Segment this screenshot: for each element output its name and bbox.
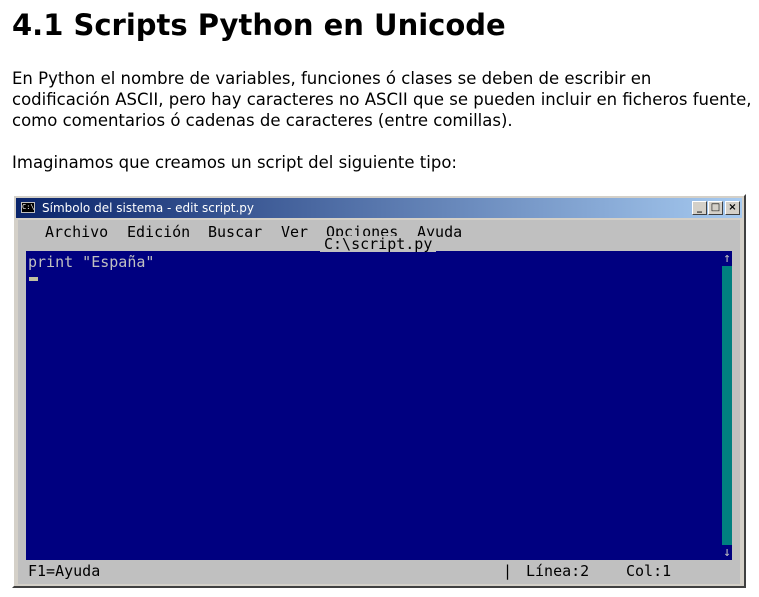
- example-intro-paragraph: Imaginamos que creamos un script del sig…: [12, 153, 457, 172]
- text-cursor: [29, 277, 38, 281]
- scroll-down-arrow-icon[interactable]: ↓: [722, 545, 732, 560]
- menu-buscar[interactable]: Buscar: [208, 224, 262, 240]
- file-name-label: C:\script.py: [320, 236, 437, 252]
- status-line-number: Línea:2: [526, 562, 590, 580]
- page-title: 4.1 Scripts Python en Unicode: [12, 8, 506, 42]
- editor-area[interactable]: print "España" ↑ ↓: [24, 249, 734, 562]
- cmd-icon[interactable]: C:\: [21, 202, 35, 213]
- scroll-up-arrow-icon[interactable]: ↑: [722, 251, 732, 266]
- status-column-number: Col:1: [626, 562, 672, 580]
- maximize-button[interactable]: □: [708, 201, 723, 215]
- menu-edicion[interactable]: Edición: [127, 224, 190, 240]
- status-help[interactable]: F1=Ayuda: [28, 563, 100, 579]
- menu-archivo[interactable]: Archivo: [45, 224, 108, 240]
- console-window: C:\ Símbolo del sistema - edit script.py…: [12, 194, 746, 588]
- menu-ver[interactable]: Ver: [281, 224, 308, 240]
- edit-console: Archivo Edición Buscar Ver Opciones Ayud…: [18, 220, 740, 584]
- status-separator: |: [503, 562, 513, 580]
- close-button[interactable]: ×: [725, 201, 740, 215]
- window-title: Símbolo del sistema - edit script.py: [42, 201, 254, 215]
- window-titlebar[interactable]: C:\ Símbolo del sistema - edit script.py…: [16, 198, 742, 218]
- status-bar: F1=Ayuda | Línea:2 Col:1: [18, 562, 740, 580]
- code-line[interactable]: print "España": [28, 254, 154, 270]
- vertical-scrollbar[interactable]: ↑ ↓: [722, 251, 732, 560]
- minimize-button[interactable]: _: [692, 201, 707, 215]
- intro-paragraph: En Python el nombre de variables, funcio…: [12, 69, 752, 130]
